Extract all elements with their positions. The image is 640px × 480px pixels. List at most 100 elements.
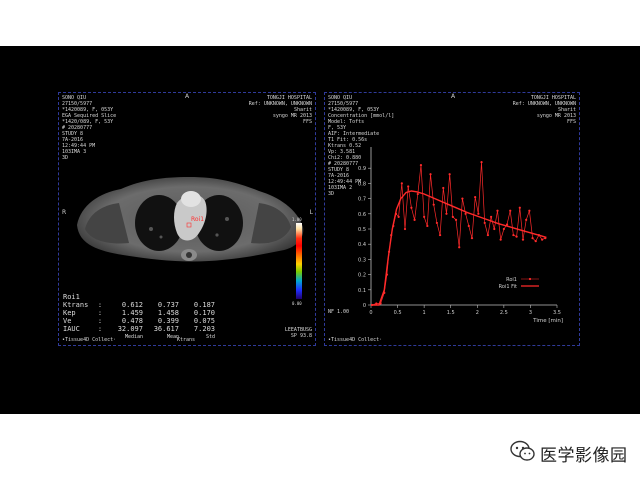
legend-label: Roi1 [506, 277, 517, 283]
stats-cell-v2: 1.458 [157, 309, 179, 317]
x-tick-label: 2.5 [500, 310, 508, 316]
series-roi1-point [474, 195, 477, 199]
series-roi1-point [541, 238, 544, 241]
series-roi1-point [470, 237, 474, 240]
stats-row: Ktrans: 0.612 0.737 0.187 [63, 301, 215, 309]
series-roi1-point [521, 238, 525, 241]
stats-cell-v3: 0.170 [193, 309, 215, 317]
series-roi1-point [438, 233, 442, 237]
series-roi1-point [461, 197, 464, 200]
series-roi1-point [442, 186, 445, 190]
series-roi1-point [410, 206, 413, 209]
y-tick-label: 0.9 [358, 166, 366, 172]
x-tick-label: 0 [369, 310, 372, 316]
y-tick-label: 0.8 [358, 181, 366, 187]
series-roi1-point [407, 185, 410, 188]
series-roi1-point [429, 173, 432, 176]
series-roi1-point [416, 192, 419, 196]
stats-cell-v2: 0.737 [157, 301, 179, 309]
wechat-icon [510, 440, 535, 461]
concentration-chart: 0 0.1 0.2 0.3 0.4 0.5 0.6 0.7 0.8 0.9 0 0.5 1 1.5 2 2.5… [358, 147, 563, 324]
y-tick-label: 0.2 [358, 273, 366, 279]
stats-footer-mean: Mean [166, 334, 179, 340]
y-tick-label: 0.5 [358, 227, 366, 233]
y-tick-label: 0.4 [358, 242, 366, 248]
legend-swatch-dot [528, 277, 532, 281]
stats-cell-name: Kep [63, 309, 76, 317]
stats-cell-v1: 1.459 [121, 309, 143, 317]
concentration-curve-viewport[interactable]: SONO QIU 27150/5977 *1420089, F, 053Y Conce… [324, 92, 580, 346]
y-tick-label: 0.1 [358, 288, 366, 294]
series-roi1-point [426, 224, 429, 228]
series-roi1-point [534, 240, 537, 243]
stats-cell-v3: 7.203 [193, 325, 215, 333]
series-roi1-point [477, 212, 480, 215]
ktrans-footer: Ktrans [177, 337, 196, 343]
series-roi1-point [493, 227, 496, 231]
mri-image-viewport[interactable]: SONO QIU 27150/5977 *1420089, F, 053Y EGA S… [58, 92, 316, 346]
series-roi1-point [490, 215, 493, 218]
roi-label: Roi1 [191, 216, 204, 223]
y-tick-label: 0.6 [358, 212, 366, 218]
x-tick-label: 1.5 [447, 310, 455, 316]
stats-cell-sep: : [97, 309, 103, 317]
colorbar-min: 0.00 [292, 301, 302, 306]
stats-row: Ve: 0.478 0.399 0.075 [63, 317, 215, 325]
series-roi1-point [528, 209, 531, 212]
series-roi1-point [451, 215, 454, 218]
brand-watermark: 医学影像园 [508, 440, 628, 466]
stats-cell-sep: : [97, 317, 103, 325]
series-roi1-point [486, 233, 490, 237]
series-roi1-line [371, 162, 546, 306]
series-roi1-point [483, 221, 486, 225]
roi-stats-table: Roi1 Ktrans: 0.612 0.737 0.187 Kep: 1.459 1.45… [63, 293, 215, 341]
series-roi1-point [423, 215, 426, 218]
series-roi1-point [419, 164, 423, 167]
stats-cell-v3: 0.187 [193, 301, 215, 309]
series-roi1-point [445, 212, 448, 215]
series-roi1-point [435, 221, 438, 225]
stats-cell-sep: : [97, 325, 103, 333]
series-roi1-point [531, 237, 534, 240]
stats-cell-v2: 36.617 [153, 325, 179, 333]
series-roi1-point [432, 203, 435, 206]
brand-text: 医学影像园 [540, 446, 628, 466]
series-roi1-point [502, 227, 505, 231]
series-roi1-point [480, 161, 483, 164]
x-tick-label: 3 [529, 310, 532, 316]
series-roi1-point [413, 218, 416, 221]
stats-cell-name: IAUC [63, 325, 80, 333]
series-roi1-point [375, 302, 378, 305]
series-roi1-point [525, 218, 528, 221]
series-roi1-point [509, 209, 512, 212]
series-roi1-point [400, 182, 403, 185]
tissue4d-footer-right: •Tissue4D Collect· [328, 337, 383, 343]
series-roi1-point [518, 206, 521, 209]
stats-row: Kep: 1.459 1.458 0.170 [63, 309, 215, 317]
x-tick-label: 1 [423, 310, 426, 316]
series-roi1-point [499, 238, 502, 241]
series-roi1-point [448, 173, 451, 176]
stats-row: IAUC: 32.097 36.617 7.203 [63, 325, 215, 333]
y-tick-label: 0.3 [358, 257, 366, 263]
y-tick-label: 0.7 [358, 197, 366, 203]
colorbar-max: 1.00 [292, 217, 302, 222]
nf-label: NF 1.00 [328, 309, 350, 315]
x-tick-label: 0.5 [394, 310, 402, 316]
series-roi1-point [515, 235, 518, 238]
x-tick-label: 3.5 [553, 310, 561, 316]
stats-cell-v3: 0.075 [193, 317, 215, 325]
stats-cell-v2: 0.399 [157, 317, 179, 325]
series-roi1-point [458, 246, 461, 249]
scan-info-line: SP 93.8 [290, 333, 312, 339]
series-roi1-point [397, 215, 400, 218]
colorbar [296, 223, 302, 299]
stats-cell-name: Ktrans [63, 301, 89, 309]
stats-cell-v1: 0.478 [121, 317, 143, 325]
series-roi1-point [496, 209, 499, 212]
stats-cell-sep: : [97, 301, 103, 309]
x-tick-label: 2 [476, 310, 479, 316]
stats-cell-name: Ve [63, 317, 72, 325]
y-tick-label: 0 [363, 303, 366, 309]
series-roi1-point [467, 224, 470, 228]
